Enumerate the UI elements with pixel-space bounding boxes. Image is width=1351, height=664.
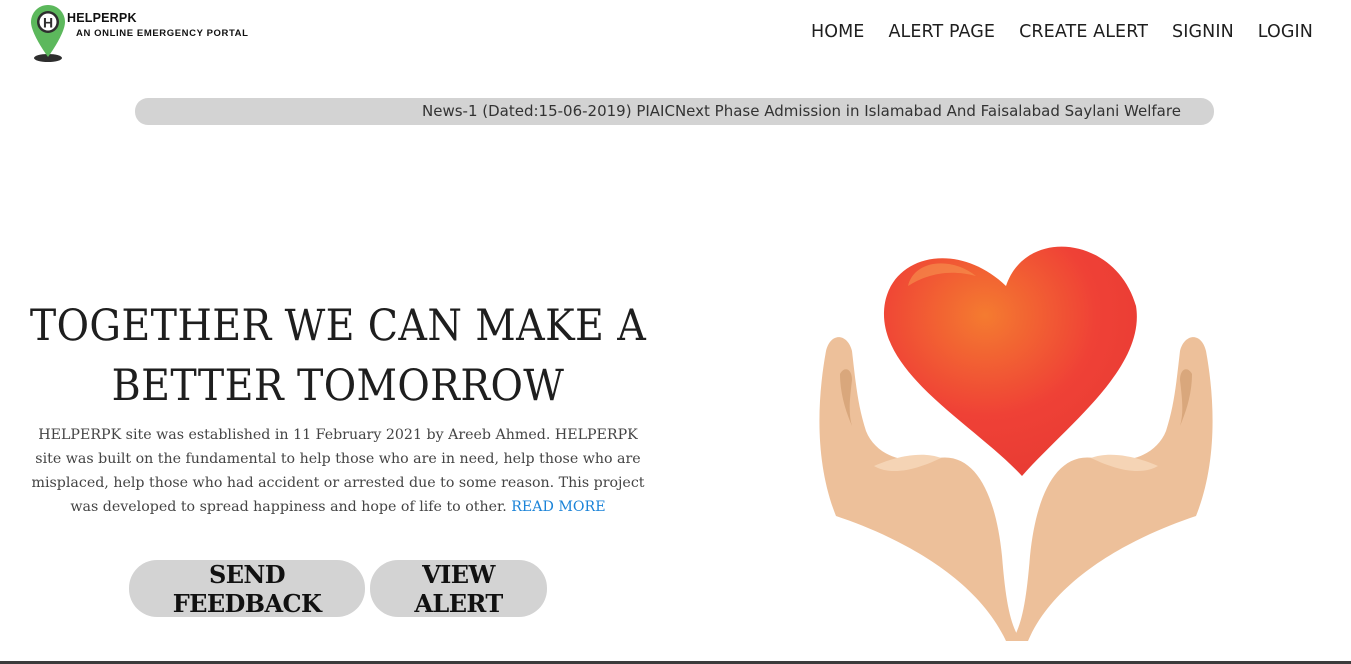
- map-pin-h-icon: H: [31, 5, 65, 62]
- logo-tagline: AN ONLINE EMERGENCY PORTAL: [76, 28, 249, 39]
- nav-login[interactable]: LOGIN: [1258, 22, 1313, 42]
- nav-home[interactable]: HOME: [811, 22, 865, 42]
- hero-description: HELPERPK site was established in 11 Febr…: [28, 423, 648, 519]
- nav-create-alert[interactable]: CREATE ALERT: [1019, 22, 1148, 42]
- main-nav: HOME ALERT PAGE CREATE ALERT SIGNIN LOGI…: [811, 22, 1313, 42]
- hero-title: TOGETHER WE CAN MAKE A BETTER TOMORROW: [29, 301, 647, 411]
- news-ticker: News-1 (Dated:15-06-2019) PIAICNext Phas…: [135, 98, 1214, 125]
- hands-holding-heart-icon: [676, 136, 1351, 664]
- hero-buttons: SEND FEEDBACK VIEW ALERT: [129, 560, 547, 618]
- read-more-link[interactable]: READ MORE: [511, 499, 605, 515]
- svg-text:H: H: [43, 15, 53, 31]
- logo-name: HELPERPK: [67, 11, 137, 25]
- ticker-text: News-1 (Dated:15-06-2019) PIAICNext Phas…: [422, 102, 1181, 120]
- view-alert-button[interactable]: VIEW ALERT: [370, 560, 547, 618]
- site-logo[interactable]: H HELPERPK AN ONLINE EMERGENCY PORTAL: [30, 3, 280, 63]
- hero-section: TOGETHER WE CAN MAKE A BETTER TOMORROW H…: [0, 296, 676, 519]
- nav-alert-page[interactable]: ALERT PAGE: [888, 22, 995, 42]
- send-feedback-button[interactable]: SEND FEEDBACK: [129, 560, 365, 618]
- nav-signin[interactable]: SIGNIN: [1172, 22, 1234, 42]
- hero-illustration: [676, 136, 1351, 664]
